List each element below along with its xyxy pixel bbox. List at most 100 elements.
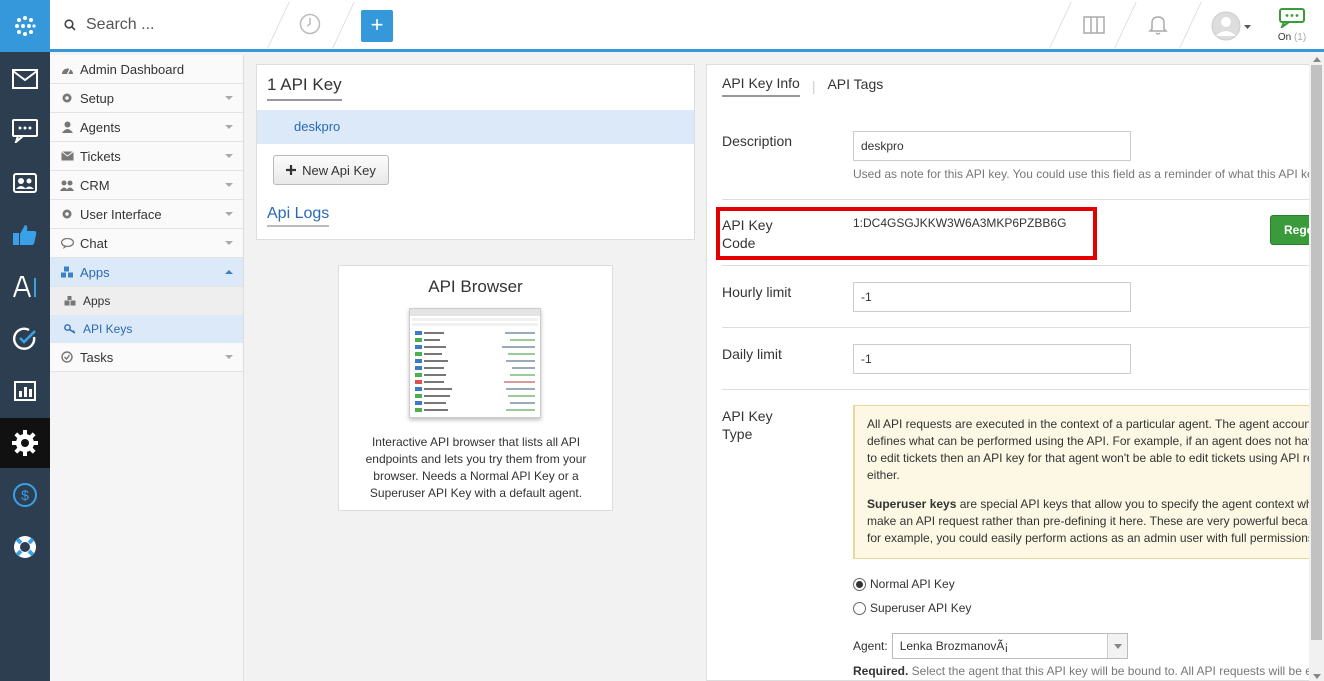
chat-icon[interactable]: [0, 106, 50, 156]
divider: [722, 327, 1322, 328]
daily-limit-label: Daily limit: [722, 346, 782, 362]
detail-tabs: API Key Info | API Tags: [722, 75, 883, 97]
svg-text:$: $: [21, 487, 29, 503]
tasks-check-icon[interactable]: [0, 314, 50, 364]
api-key-type-label: API Key Type: [722, 408, 773, 442]
api-browser-screenshot[interactable]: [409, 308, 541, 418]
api-key-detail-panel: API Key Info | API Tags Description desk…: [706, 64, 1324, 681]
sidebar-subitem-apps[interactable]: Apps: [50, 287, 243, 315]
divider: [1114, 2, 1137, 48]
chevron-down-icon: [225, 96, 233, 100]
panels-icon[interactable]: [1083, 16, 1105, 37]
divider: [1049, 2, 1072, 48]
recent-clock-icon[interactable]: [299, 13, 321, 38]
api-key-code-highlight: [716, 207, 1097, 260]
api-logs-link[interactable]: Api Logs: [267, 205, 330, 227]
sidebar-item-label: Setup: [80, 90, 114, 106]
user-icon: [60, 120, 74, 134]
sidebar-item-label: Tickets: [80, 148, 121, 164]
api-browser-card[interactable]: API Browser Interactive API browser that…: [338, 265, 613, 511]
new-api-key-button[interactable]: New Api Key: [273, 155, 389, 185]
sidebar-item-label: Chat: [80, 235, 108, 251]
sidebar-item-label: Tasks: [80, 349, 114, 365]
api-key-type-notice: All API requests are executed in the con…: [853, 405, 1323, 559]
radio-unchecked-icon[interactable]: [853, 601, 866, 615]
plus-icon: [286, 165, 297, 175]
divider: [1179, 2, 1202, 48]
scroll-up-arrow-icon[interactable]: [1313, 57, 1321, 62]
sidebar-item-apps[interactable]: Apps: [50, 258, 243, 287]
radio-superuser-api-key[interactable]: Superuser API Key: [853, 601, 971, 615]
search-box[interactable]: Search ...: [64, 16, 154, 34]
feedback-thumb-icon[interactable]: [0, 210, 50, 260]
chevron-down-icon: [225, 241, 233, 245]
key-icon: [64, 324, 78, 334]
top-bar: Search ... + On (1): [50, 0, 1324, 52]
reports-icon[interactable]: [0, 366, 50, 416]
settings-gear-icon[interactable]: [0, 418, 57, 468]
search-input[interactable]: Search ...: [86, 16, 154, 34]
tickets-icon: [60, 149, 74, 163]
admin-sidebar: Admin Dashboard Setup Agents Tickets CRM…: [50, 55, 244, 681]
sidebar-item-tasks[interactable]: Tasks: [50, 343, 243, 372]
description-input[interactable]: deskpro: [853, 131, 1131, 161]
apps-cubes-icon: [60, 265, 74, 279]
sidebar-item-label: User Interface: [80, 206, 162, 222]
sidebar-item-setup[interactable]: Setup: [50, 84, 243, 113]
contacts-icon[interactable]: [0, 158, 50, 208]
divider: [332, 2, 355, 48]
tab-separator: |: [811, 78, 816, 94]
chevron-down-icon: [225, 154, 233, 158]
gear-icon: [60, 91, 74, 105]
divider: [722, 389, 1322, 390]
radio-checked-icon[interactable]: [853, 577, 866, 591]
divider: [722, 199, 1322, 200]
agent-field: Agent: Lenka BrozmanovÃ¡: [853, 633, 1128, 659]
new-api-key-label: New Api Key: [302, 162, 376, 178]
add-new-button[interactable]: +: [361, 10, 393, 42]
mail-icon[interactable]: [0, 54, 50, 104]
tab-api-tags[interactable]: API Tags: [827, 76, 883, 96]
chevron-down-icon: [225, 183, 233, 187]
sidebar-item-chat[interactable]: Chat: [50, 229, 243, 258]
publish-icon[interactable]: [0, 262, 50, 312]
page-scrollbar[interactable]: [1309, 55, 1324, 681]
chevron-down-icon[interactable]: [1106, 634, 1127, 658]
divider: [267, 2, 290, 48]
sidebar-item-crm[interactable]: CRM: [50, 171, 243, 200]
hourly-limit-input[interactable]: -1: [853, 282, 1131, 312]
crm-users-icon: [60, 178, 74, 192]
agent-label: Agent:: [853, 639, 888, 653]
billing-dollar-icon[interactable]: $: [0, 470, 50, 520]
api-key-list-item[interactable]: deskpro: [257, 110, 694, 144]
agent-select[interactable]: Lenka BrozmanovÃ¡: [891, 633, 1128, 659]
apps-grid-icon[interactable]: [0, 0, 50, 52]
daily-limit-input[interactable]: -1: [853, 344, 1131, 374]
agent-required-help: Required. Select the agent that this API…: [853, 664, 1312, 678]
scroll-down-arrow-icon[interactable]: [1313, 674, 1321, 679]
chevron-up-icon: [225, 270, 233, 274]
divider: [722, 265, 1322, 266]
search-icon: [64, 19, 76, 31]
scrollbar-thumb[interactable]: [1311, 65, 1322, 640]
puzzle-icon: [64, 295, 78, 307]
radio-normal-api-key[interactable]: Normal API Key: [853, 577, 955, 591]
dashboard-icon: [60, 62, 74, 76]
gear-icon: [60, 207, 74, 221]
app-icon-bar: $: [0, 0, 57, 681]
check-circle-icon: [60, 350, 74, 364]
tab-api-key-info[interactable]: API Key Info: [722, 75, 800, 97]
sidebar-item-admin-dashboard[interactable]: Admin Dashboard: [50, 55, 243, 84]
help-lifebuoy-icon[interactable]: [0, 522, 50, 572]
sidebar-item-user-interface[interactable]: User Interface: [50, 200, 243, 229]
sidebar-subitem-label: Apps: [83, 294, 111, 308]
sidebar-item-agents[interactable]: Agents: [50, 113, 243, 142]
chevron-down-icon: [225, 125, 233, 129]
sidebar-item-label: Apps: [80, 264, 110, 280]
sidebar-item-label: Admin Dashboard: [80, 61, 185, 77]
chat-status-toggle[interactable]: On (1): [1275, 8, 1309, 43]
sidebar-item-tickets[interactable]: Tickets: [50, 142, 243, 171]
notifications-bell-icon[interactable]: [1148, 14, 1168, 39]
user-avatar-menu[interactable]: [1210, 10, 1256, 45]
sidebar-subitem-api-keys[interactable]: API Keys: [50, 315, 243, 343]
